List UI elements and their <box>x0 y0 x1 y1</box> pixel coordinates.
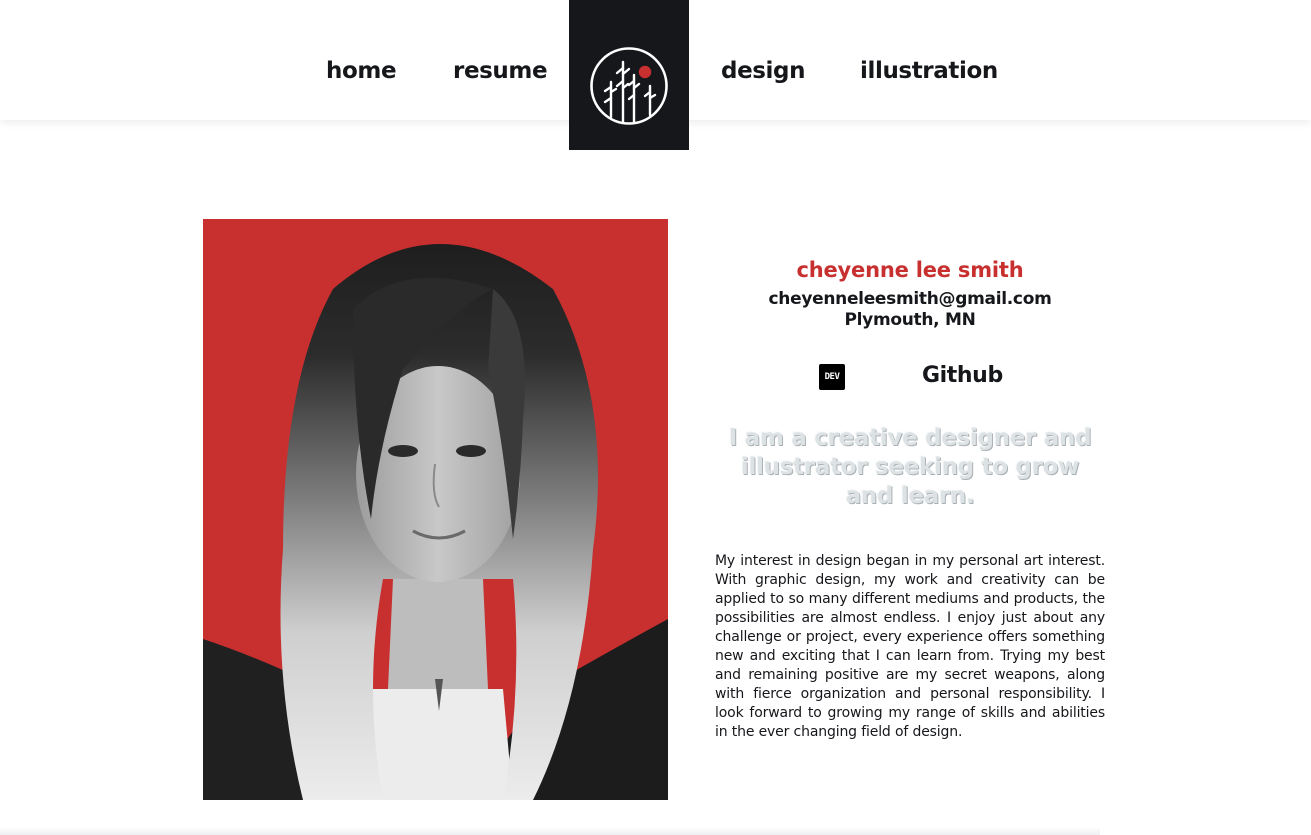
bio-paragraph: My interest in design began in my person… <box>715 553 1105 740</box>
profile-photo <box>203 219 668 800</box>
pine-trees-sun-logo-icon <box>590 47 668 125</box>
profile-name: cheyenne lee smith <box>796 258 1024 282</box>
profile-email[interactable]: cheyenneleesmith@gmail.com <box>700 289 1120 309</box>
github-link[interactable]: Github <box>922 363 1003 388</box>
dev-to-icon[interactable]: DEV <box>819 364 845 390</box>
nav-design-link[interactable]: design <box>721 58 805 84</box>
tagline: I am a creative designer and illustrator… <box>728 425 1092 509</box>
nav-home-link[interactable]: home <box>326 58 397 84</box>
page: home resume design illustration cheyenne… <box>0 0 1311 835</box>
nav-illustration-link[interactable]: illustration <box>860 58 998 84</box>
profile-location: Plymouth, MN <box>844 310 976 330</box>
site-logo[interactable] <box>569 0 689 150</box>
nav-resume-link[interactable]: resume <box>453 58 548 84</box>
bottom-divider <box>0 827 1100 835</box>
